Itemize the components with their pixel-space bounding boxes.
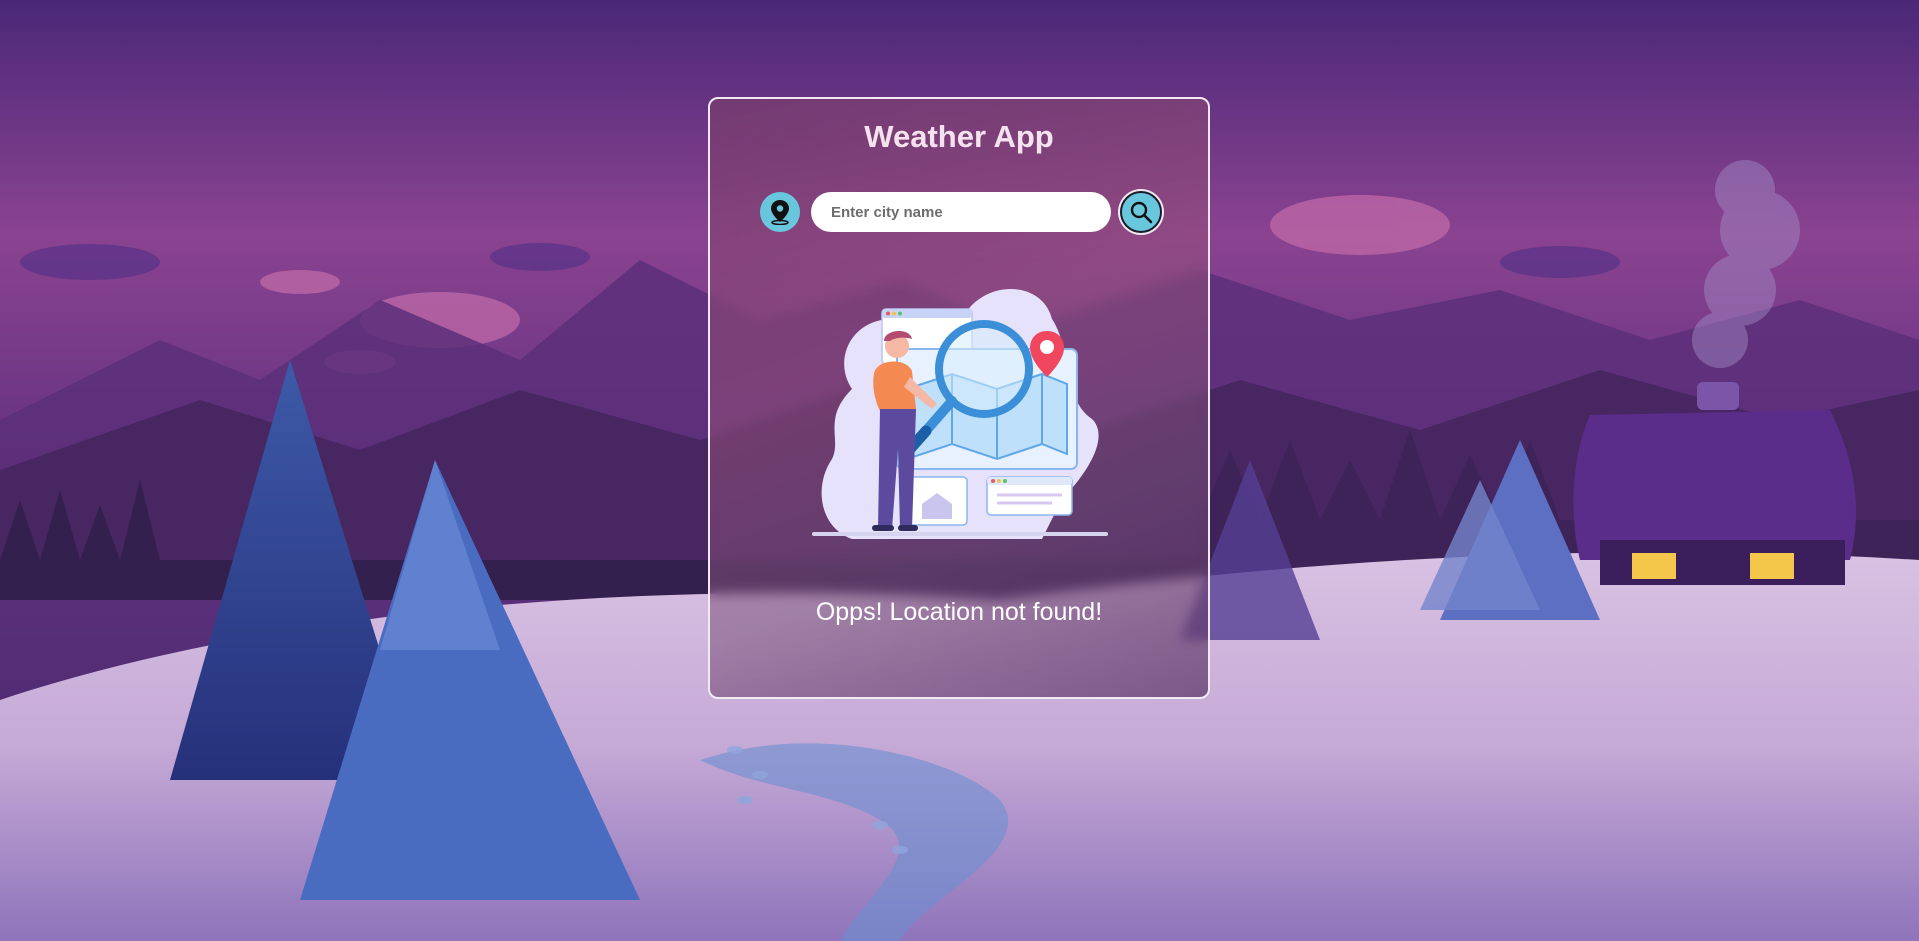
app-title: Weather App xyxy=(864,119,1054,154)
search-button[interactable] xyxy=(1120,191,1162,233)
city-search-input[interactable] xyxy=(811,192,1111,232)
weather-card: Weather App Enter city name Opps! Locati… xyxy=(708,97,1210,699)
status-message: Opps! Location not found! xyxy=(815,598,1103,626)
not-found-illustration xyxy=(812,289,1108,539)
magnifier-icon xyxy=(1130,201,1153,224)
location-button[interactable] xyxy=(760,192,800,232)
location-pin-icon xyxy=(771,200,789,225)
